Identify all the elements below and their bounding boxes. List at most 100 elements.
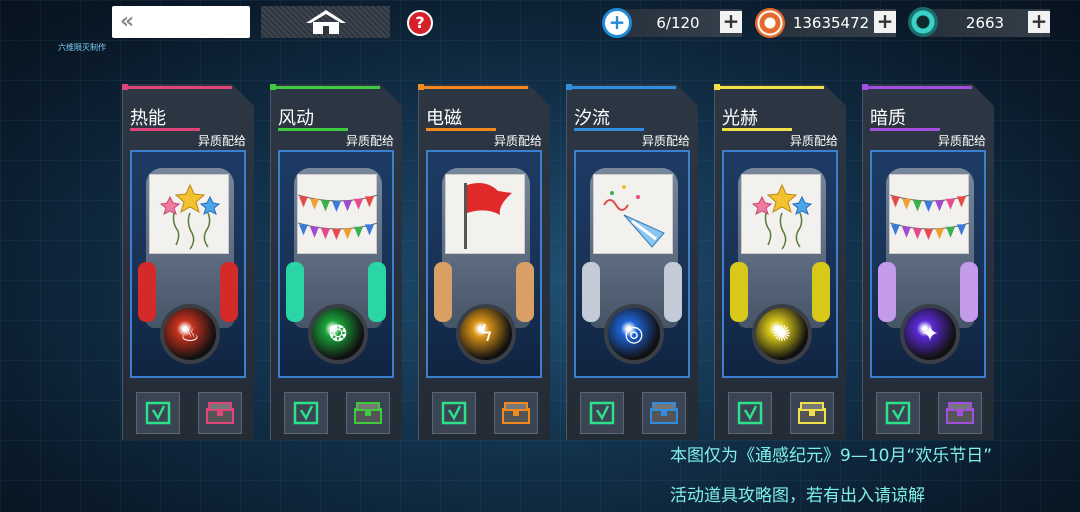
mech-left-arm [138,262,156,322]
element-orb-icon: ◎ [604,304,664,364]
mech-detail-button[interactable] [432,392,476,434]
orb-glyph: ◎ [624,321,644,347]
card-title: 热能 [130,108,166,129]
supply-chest-button[interactable] [346,392,390,434]
supply-chest-button[interactable] [494,392,538,434]
card-subtitle: 异质配给 [197,134,246,148]
element-orb-icon: ✦ [900,304,960,364]
orb-glyph: ♨ [180,321,200,347]
element-orb-icon: ♨ [160,304,220,364]
orb-glyph: ❂ [328,321,348,347]
card-title: 风动 [278,108,314,129]
mech-portrait: ✺ [722,150,838,378]
mech-detail-button[interactable] [728,392,772,434]
help-button[interactable]: ? [407,10,433,36]
card-accent-dot [270,84,276,90]
supply-chest-icon [354,402,382,424]
supply-chest-button[interactable] [790,392,834,434]
card-accent-dot [418,84,424,90]
element-card[interactable]: 热能异质配给 ♨ [122,84,254,440]
add-coin-button[interactable]: + [874,11,896,33]
mech-right-arm [812,262,830,322]
card-title-underline [130,128,200,131]
caption-line-1: 本图仅为《通感纪元》9—10月“欢乐节日” [670,446,993,466]
coin-icon [755,8,785,38]
mech-detail-button[interactable] [876,392,920,434]
mech-left-arm [730,262,748,322]
plus-circle-icon: + [602,8,632,38]
mech-portrait: ✦ [870,150,986,378]
mech-detail-icon [885,401,911,425]
card-accent-bar [714,86,824,89]
card-title-underline [574,128,644,131]
coin-value: 13635472 [792,14,870,32]
mech-portrait: ϟ [426,150,542,378]
element-orb-icon: ❂ [308,304,368,364]
card-title: 电磁 [426,108,462,129]
home-button[interactable] [261,6,390,38]
card-accent-dot [566,84,572,90]
supply-chest-icon [798,402,826,424]
supply-chest-icon [206,402,234,424]
home-icon [305,10,346,34]
orb-glyph: ✺ [772,321,792,347]
mech-right-arm [664,262,682,322]
card-title: 汐流 [574,108,610,129]
element-card[interactable]: 暗质 异质配给 ✦ [862,84,994,440]
add-stamina-button[interactable]: + [720,11,742,33]
mech-detail-icon [589,401,615,425]
back-button[interactable]: « [112,6,250,38]
stamina-value: 6/120 [656,14,700,32]
supply-chest-button[interactable] [198,392,242,434]
orb-glyph: ϟ [478,321,494,347]
mech-detail-button[interactable] [284,392,328,434]
card-title-underline [426,128,496,131]
orb-glyph: ✦ [920,321,940,347]
card-title-underline [278,128,348,131]
card-accent-dot [714,84,720,90]
mech-left-arm [582,262,600,322]
festival-item-balloons-icon [149,174,229,254]
card-subtitle: 异质配给 [641,134,690,148]
element-card[interactable]: 电磁异质配给 ϟ [418,84,550,440]
mech-right-arm [220,262,238,322]
card-accent-dot [862,84,868,90]
mech-portrait: ♨ [130,150,246,378]
mech-detail-icon [441,401,467,425]
add-crystal-button[interactable]: + [1028,11,1050,33]
mech-right-arm [960,262,978,322]
card-subtitle: 异质配给 [345,134,394,148]
supply-chest-button[interactable] [938,392,982,434]
card-subtitle: 异质配给 [493,134,542,148]
supply-chest-button[interactable] [642,392,686,434]
credit-text: 六维陨灭制作 [58,43,106,52]
supply-chest-icon [650,402,678,424]
mech-right-arm [516,262,534,322]
supply-chest-icon [946,402,974,424]
element-card[interactable]: 汐流异质配给 ◎ [566,84,698,440]
card-accent-dot [122,84,128,90]
mech-right-arm [368,262,386,322]
card-accent-bar [566,86,676,89]
mech-left-arm [434,262,452,322]
element-card[interactable]: 光赫 异质配给 ✺ [714,84,846,440]
mech-left-arm [878,262,896,322]
card-accent-bar [270,86,380,89]
card-accent-bar [418,86,528,89]
card-title-underline [870,128,940,131]
festival-item-bunting-icon [889,174,971,254]
mech-detail-icon [737,401,763,425]
card-title-underline [722,128,792,131]
festival-item-flag-icon [445,174,525,254]
card-title: 暗质 [870,108,906,129]
caption-line-2: 活动道具攻略图，若有出入请谅解 [670,486,925,506]
element-orb-icon: ✺ [752,304,812,364]
mech-portrait: ◎ [574,150,690,378]
mech-portrait: ❂ [278,150,394,378]
element-orb-icon: ϟ [456,304,516,364]
mech-detail-button[interactable] [136,392,180,434]
element-card[interactable]: 风动异质配给 ❂ [270,84,402,440]
mech-detail-icon [293,401,319,425]
mech-detail-button[interactable] [580,392,624,434]
crystal-gear-icon [908,7,938,37]
